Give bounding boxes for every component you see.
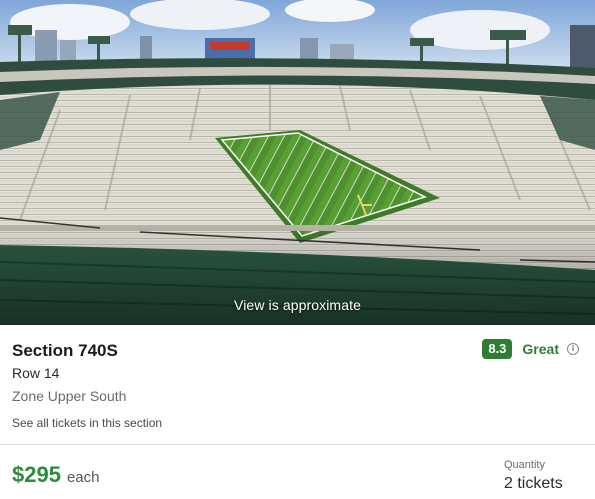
price-amount: $295	[12, 462, 61, 487]
info-icon[interactable]: i	[567, 343, 579, 355]
seat-view-image: View is approximate	[0, 0, 595, 325]
price: $295 each	[12, 462, 99, 488]
zone-label: Zone Upper South	[12, 388, 127, 404]
quantity-selector[interactable]: 2 tickets	[504, 475, 563, 493]
section-title: Section 740S	[12, 341, 118, 360]
quantity-label: Quantity	[504, 459, 545, 471]
price-unit: each	[66, 469, 100, 486]
deal-rating: 8.3 Great i	[482, 339, 579, 359]
rating-label: Great	[522, 341, 559, 357]
row-label: Row 14	[12, 365, 60, 381]
stadium-illustration	[0, 0, 595, 325]
divider	[0, 444, 595, 445]
rating-score-badge: 8.3	[482, 339, 513, 359]
see-all-tickets-link[interactable]: See all tickets in this section	[12, 416, 162, 430]
view-approximate-caption: View is approximate	[234, 297, 361, 313]
